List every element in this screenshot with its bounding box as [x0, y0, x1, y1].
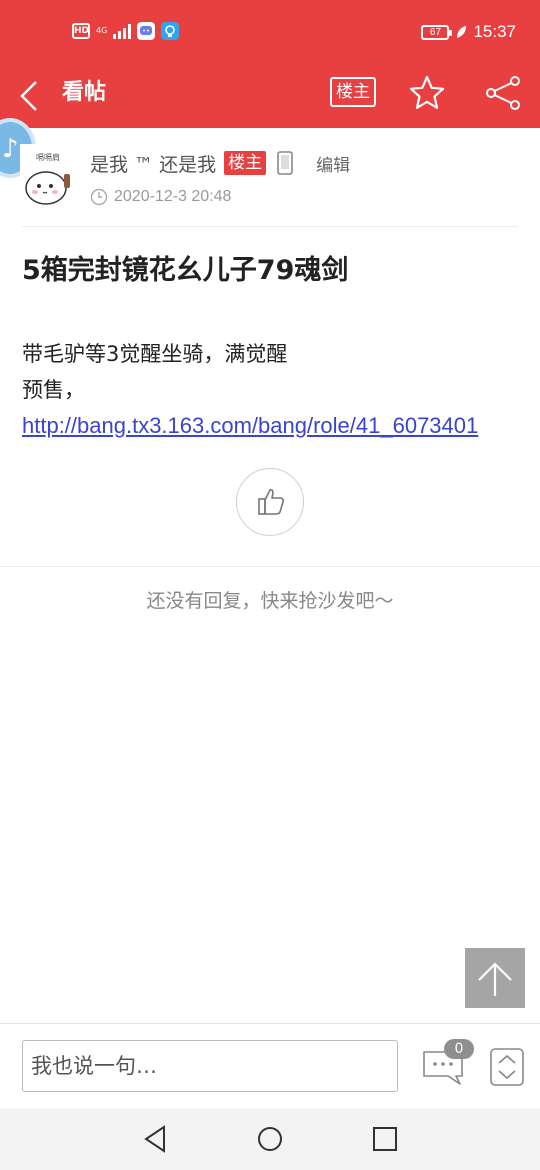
host-only-button[interactable]: 楼主 [330, 77, 376, 107]
post-time: 2020-12-3 20:48 [114, 188, 232, 205]
leaf-icon [457, 26, 467, 38]
author-name[interactable]: 是我 ™ 还是我 [90, 150, 216, 177]
signal-icon [113, 23, 132, 39]
hd-indicator: HD [72, 23, 90, 39]
empty-replies-text: 还没有回复，快来抢沙发吧～ [146, 590, 394, 612]
nav-recent-icon[interactable] [372, 1125, 398, 1153]
expand-icon[interactable] [490, 1048, 524, 1086]
post-title: 5箱完封镜花幺儿子79魂剑 [22, 255, 349, 286]
bulb-app-icon [161, 22, 180, 40]
status-left-icons: HD 4G [72, 22, 180, 40]
author-row: 是我 ™ 还是我 楼主 编辑 [90, 148, 350, 178]
comment-input[interactable]: 我也说一句… [22, 1040, 398, 1092]
edit-link[interactable]: 编辑 [316, 151, 350, 176]
clock-time: 15:37 [473, 22, 516, 41]
battery-icon: 67 [421, 24, 453, 40]
avatar[interactable]: 嗝嗝肩 [20, 144, 76, 208]
status-right: 67 15:37 [421, 22, 516, 42]
back-to-top-button[interactable] [465, 948, 525, 1008]
system-nav-bar [0, 1109, 540, 1170]
share-icon[interactable] [484, 74, 522, 112]
star-icon[interactable] [408, 74, 446, 112]
thumbs-up-icon [258, 489, 285, 515]
phone-icon [277, 151, 293, 175]
like-button[interactable] [236, 468, 304, 536]
comment-count-badge: 0 [444, 1039, 474, 1059]
post-time-row: 2020-12-3 20:48 [90, 186, 231, 208]
back-icon[interactable] [16, 76, 50, 116]
svg-text:嗝嗝肩: 嗝嗝肩 [36, 152, 60, 162]
nav-back-icon[interactable] [142, 1125, 168, 1153]
arrow-up-icon [478, 962, 512, 996]
chat-app-icon [137, 22, 156, 40]
page-title: 看帖 [62, 80, 107, 105]
host-tag: 楼主 [224, 151, 267, 175]
divider [0, 566, 540, 567]
post-line: 预售， [22, 378, 85, 402]
post-link[interactable]: http://bang.tx3.163.com/bang/role/41_607… [22, 413, 478, 438]
post-line: 带毛驴等3觉醒坐骑，满觉醒 [22, 342, 288, 366]
divider [22, 226, 518, 227]
music-note-icon: ♪ [2, 134, 19, 164]
post-body: 带毛驴等3觉醒坐骑，满觉醒 预售， http://bang.tx3.163.co… [22, 336, 478, 444]
clock-icon [90, 188, 108, 206]
app-header: 看帖 楼主 [0, 64, 540, 128]
status-bar: HD 4G 67 15:37 [0, 0, 540, 64]
network-type: 4G [96, 26, 108, 35]
nav-home-icon[interactable] [256, 1125, 284, 1153]
comment-bar: 我也说一句… 0 [0, 1023, 540, 1109]
